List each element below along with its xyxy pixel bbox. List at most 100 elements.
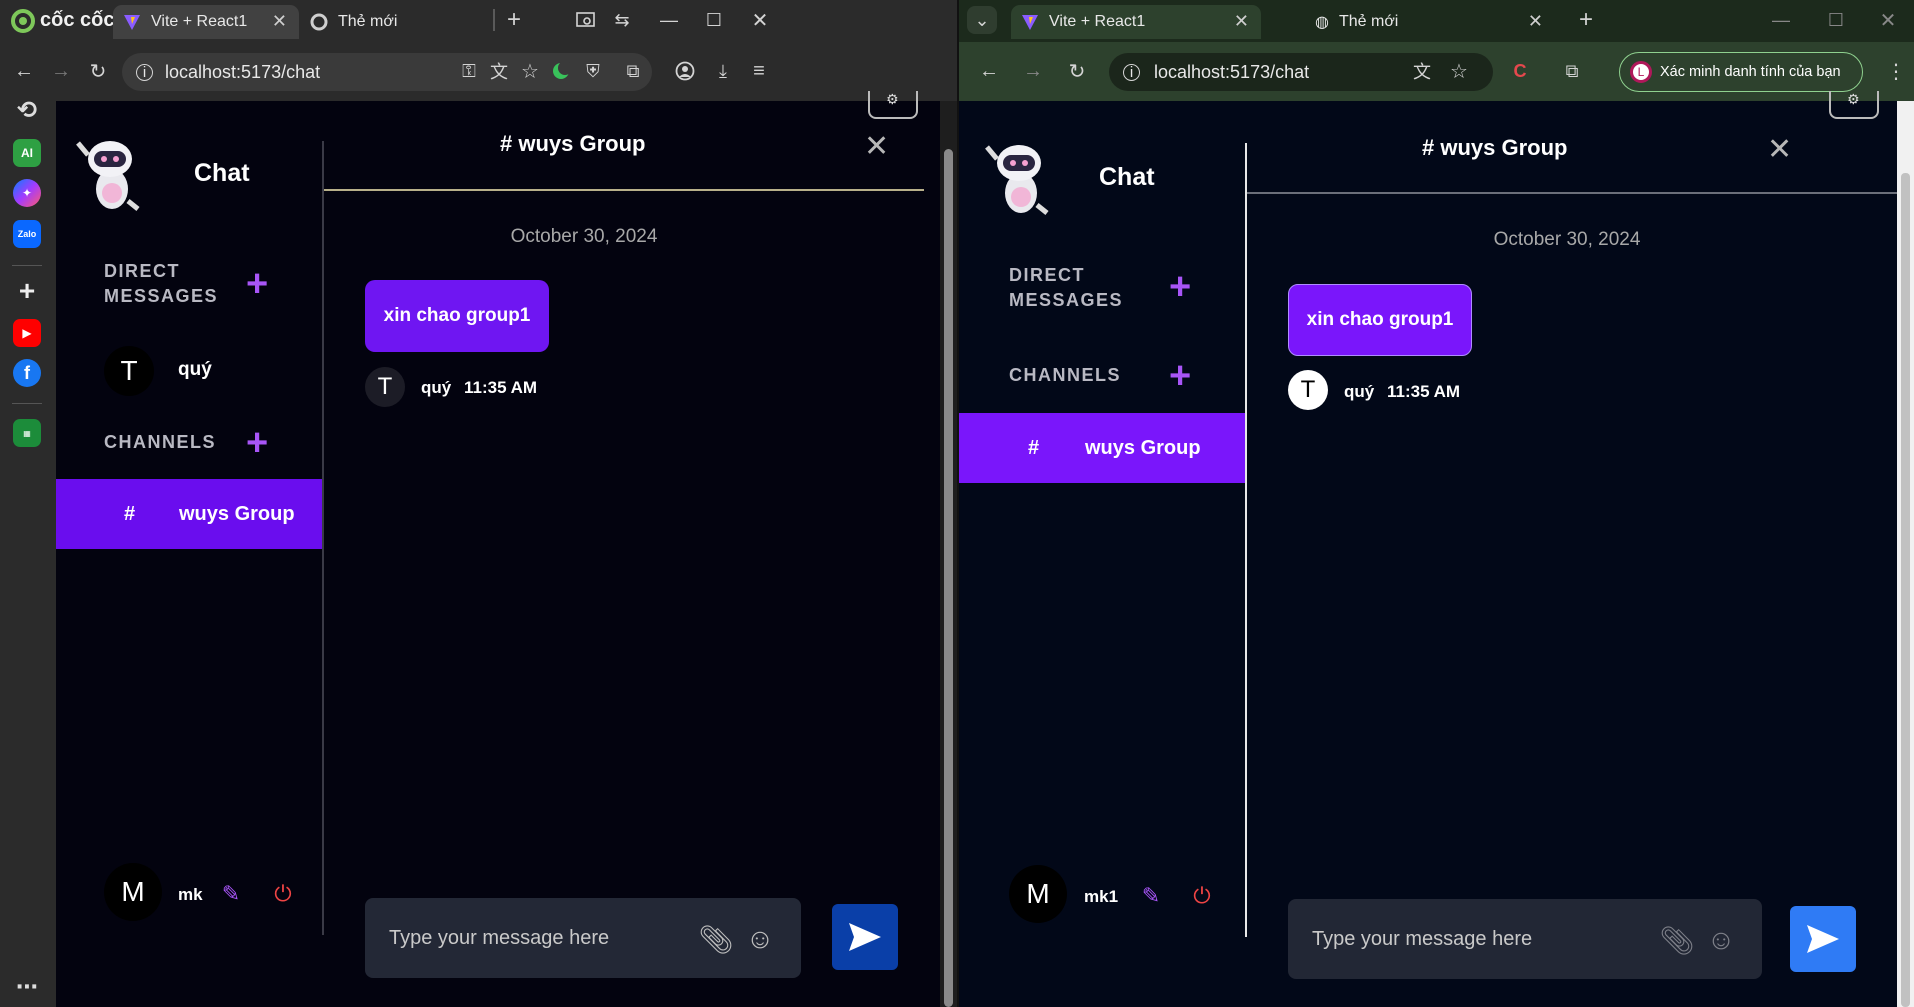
app-shortcut-icon[interactable]: ▦ (13, 419, 41, 447)
group-title: # wuys Group (1422, 135, 1568, 160)
robot-logo (985, 145, 1049, 215)
dark-mode-icon[interactable] (548, 58, 574, 84)
close-tab-icon[interactable]: ✕ (1528, 11, 1543, 32)
hash-icon: # (124, 503, 136, 525)
extension-c-icon[interactable]: C (1507, 58, 1533, 84)
avatar[interactable]: T (104, 346, 154, 396)
forward-icon[interactable]: → (47, 57, 75, 85)
close-window-icon[interactable]: ✕ (746, 6, 774, 34)
site-info-icon[interactable]: i (136, 63, 153, 81)
right-browser-window: ⌄ Vite + React1 ✕ ◍ Thẻ mới ✕ + — ☐ ✕ ← … (959, 0, 1914, 1007)
back-icon[interactable]: ← (975, 57, 1003, 85)
back-icon[interactable]: ← (10, 57, 38, 85)
logout-power-icon[interactable]: ⏻ (268, 879, 298, 909)
scrollbar-thumb[interactable] (1901, 173, 1910, 1007)
message-time: 11:35 AM (1387, 382, 1461, 401)
search-tabs-icon[interactable] (572, 6, 600, 34)
extensions-icon[interactable]: ⧉ (620, 58, 646, 84)
emoji-icon[interactable]: ☺ (743, 922, 777, 956)
message-input[interactable] (389, 898, 679, 978)
chat-main: # wuys Group ✕ October 30, 2024 xin chao… (1247, 101, 1897, 1007)
kebab-menu-icon[interactable]: ⋮ (1884, 58, 1908, 84)
password-key-icon[interactable]: ⚿ (456, 58, 482, 84)
address-bar[interactable]: i localhost:5173/chat (1109, 53, 1493, 91)
sidebar: Chat DIRECT MESSAGES + CHANNELS + # wuys… (959, 101, 1247, 1007)
scrollbar-thumb[interactable] (944, 149, 953, 1007)
zalo-icon[interactable]: Zalo (13, 220, 41, 248)
tab-new[interactable]: ◍ Thẻ mới ✕ (1305, 5, 1555, 39)
chat-title: Chat (194, 159, 250, 187)
close-window-icon[interactable]: ✕ (1874, 6, 1902, 34)
tab-separator (493, 9, 495, 31)
contact-name[interactable]: quý (178, 359, 212, 381)
bookmark-star-icon[interactable]: ☆ (517, 58, 543, 84)
close-chat-icon[interactable]: ✕ (1767, 132, 1792, 167)
bookmark-star-icon[interactable]: ☆ (1446, 58, 1472, 84)
edit-profile-icon[interactable]: ✎ (1136, 881, 1166, 911)
new-tab-icon[interactable]: + (500, 6, 528, 34)
vite-icon (124, 15, 140, 30)
menu-icon[interactable]: ≡ (746, 58, 772, 84)
facebook-icon[interactable]: f (13, 359, 41, 387)
download-icon[interactable]: ⤓ (710, 58, 736, 84)
verify-identity-button[interactable]: L Xác minh danh tính của bạn (1619, 52, 1863, 92)
add-channel-icon[interactable]: + (1169, 357, 1191, 395)
new-tab-icon[interactable]: + (1572, 6, 1600, 34)
close-tab-icon[interactable]: ✕ (1234, 11, 1249, 32)
tab-search-icon[interactable]: ⌄ (967, 6, 997, 34)
translate-icon[interactable]: 文 (486, 58, 512, 84)
date-separator: October 30, 2024 (510, 226, 658, 247)
add-direct-message-icon[interactable]: + (246, 265, 268, 303)
close-chat-icon[interactable]: ✕ (864, 129, 889, 164)
add-app-icon[interactable]: + (13, 275, 41, 306)
channel-item-wuys-group[interactable]: # wuys Group (56, 479, 324, 549)
scrollbar-track[interactable] (940, 101, 957, 1007)
edit-profile-icon[interactable]: ✎ (216, 879, 246, 909)
user-avatar[interactable]: M (104, 863, 162, 921)
maximize-icon[interactable]: ☐ (700, 6, 728, 34)
profile-icon[interactable] (672, 58, 698, 84)
attach-paperclip-icon[interactable]: 📎︎ (1659, 923, 1695, 957)
current-user-name: mk (178, 885, 203, 904)
ai-icon[interactable]: AI (13, 139, 41, 167)
more-icon[interactable]: ⋯ (13, 973, 41, 1001)
messenger-icon[interactable]: ✦ (13, 179, 41, 207)
reload-icon[interactable]: ↻ (84, 57, 112, 85)
channel-item-wuys-group[interactable]: # wuys Group (959, 413, 1247, 483)
emoji-icon[interactable]: ☺ (1704, 923, 1738, 957)
shield-icon[interactable]: ⛨ (580, 58, 606, 84)
add-direct-message-icon[interactable]: + (1169, 268, 1191, 306)
attach-paperclip-icon[interactable]: 📎︎ (698, 922, 734, 956)
message-input[interactable] (1312, 899, 1602, 979)
group-title: # wuys Group (500, 131, 646, 156)
back-forward-tabs-icon[interactable]: ⇆ (608, 6, 636, 34)
coccoc-logo[interactable]: cốc cốc (10, 7, 114, 33)
user-avatar[interactable]: M (1009, 865, 1067, 923)
extensions-icon[interactable]: ⧉ (1559, 58, 1585, 84)
tab-new[interactable]: Thẻ mới (300, 5, 490, 39)
tab-vite-react[interactable]: Vite + React1 ✕ (113, 5, 299, 39)
history-icon[interactable]: ⟲ (13, 96, 41, 124)
message-author: quý (1344, 382, 1375, 401)
minimize-icon[interactable]: — (655, 6, 683, 34)
globe-icon: ◍ (1315, 14, 1329, 31)
message-time: 11:35 AM (464, 378, 538, 397)
send-button[interactable] (832, 904, 898, 970)
minimize-icon[interactable]: — (1767, 6, 1795, 34)
close-tab-icon[interactable]: ✕ (272, 11, 287, 32)
maximize-icon[interactable]: ☐ (1822, 6, 1850, 34)
site-info-icon[interactable]: i (1123, 63, 1140, 81)
add-channel-icon[interactable]: + (246, 424, 268, 462)
tab-vite-react[interactable]: Vite + React1 ✕ (1011, 5, 1261, 39)
translate-icon[interactable]: 文 (1409, 58, 1435, 84)
scrollbar-track[interactable] (1897, 101, 1914, 1007)
reload-icon[interactable]: ↻ (1063, 57, 1091, 85)
youtube-icon[interactable]: ▶ (13, 319, 41, 347)
forward-icon[interactable]: → (1019, 57, 1047, 85)
logout-power-icon[interactable]: ⏻ (1187, 881, 1217, 911)
profile-badge: L (1630, 61, 1652, 83)
channel-name: wuys Group (179, 503, 295, 525)
message-bubble: xin chao group1 (365, 280, 549, 352)
send-button[interactable] (1790, 906, 1856, 972)
message-avatar: T (365, 367, 405, 407)
